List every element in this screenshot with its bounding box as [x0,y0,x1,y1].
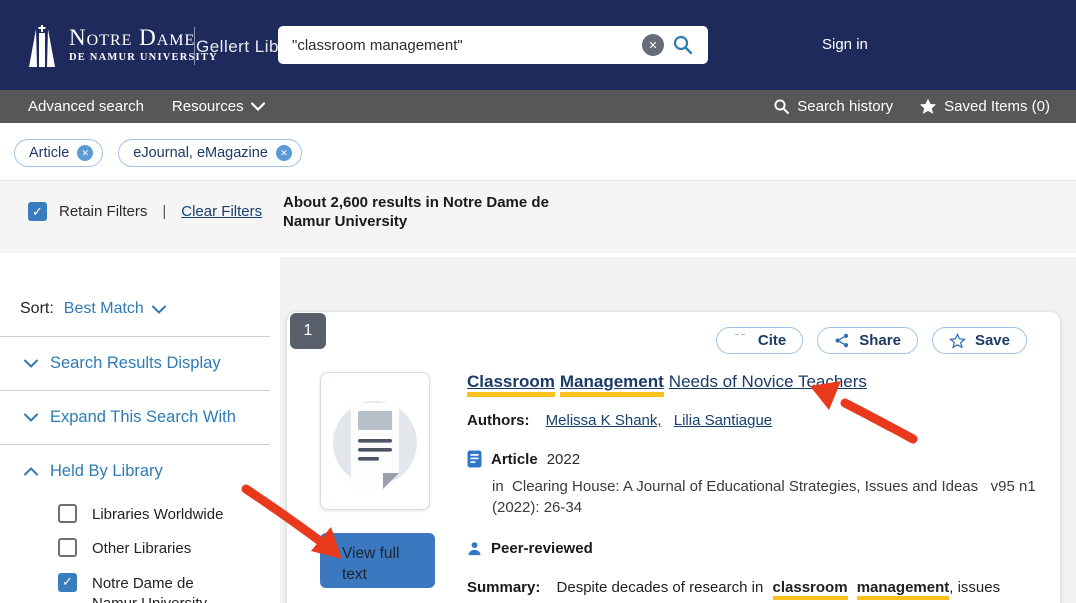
clear-filters-link[interactable]: Clear Filters [181,203,262,220]
source-row: in Clearing House: A Journal of Educatio… [492,476,1052,518]
sort-control: Sort: Best Match [0,290,270,337]
secondary-navbar: Advanced search Resources Search history… [0,90,1076,123]
university-logo[interactable]: Notre Dame DE NAMUR UNIVERSITY [25,23,218,67]
app-header: Notre Dame DE NAMUR UNIVERSITY Gellert L… [0,0,1076,90]
ndnu-checkbox[interactable]: ✓ [58,573,77,592]
authors-label: Authors: [467,412,530,429]
sign-in-link[interactable]: Sign in [822,36,868,53]
search-submit-button[interactable] [668,30,698,60]
chevron-down-icon [152,305,166,314]
search-icon [672,34,694,56]
option-ndnu[interactable]: ✓ Notre Dame de Namur University [58,573,270,603]
summary-row: Summary: Despite decades of research in … [467,577,1029,603]
result-thumbnail[interactable] [320,372,430,510]
sidebar-section-search-results-display[interactable]: Search Results Display [0,337,270,391]
cite-button[interactable]: “ Cite [716,327,803,354]
author-link-1[interactable]: Melissa K Shank, [546,412,662,429]
chevron-down-icon [24,359,38,368]
quote-icon: “ [733,334,749,347]
other-libraries-checkbox[interactable] [58,538,77,557]
search-history-icon [773,98,790,115]
share-button[interactable]: Share [817,327,918,354]
save-button[interactable]: Save [932,327,1027,354]
results-count: About 2,600 results in Notre Dame de Nam… [283,193,573,231]
chevron-down-icon [24,413,38,422]
filter-summary-strip: ✓ Retain Filters | Clear Filters About 2… [0,180,1076,253]
logo-divider [194,27,195,65]
option-libraries-worldwide[interactable]: Libraries Worldwide [58,504,270,525]
view-full-text-button[interactable]: View full text [320,533,435,588]
filter-chip-article[interactable]: Article ✕ [14,139,103,167]
active-filter-chips: Article ✕ eJournal, eMagazine ✕ [14,139,302,167]
result-number-badge: 1 [290,313,326,349]
retain-filters-label: Retain Filters [59,203,147,220]
search-history-link[interactable]: Search history [773,98,893,115]
result-actions: “ Cite Share Save [716,327,1027,354]
summary-label: Summary: [467,579,540,596]
resources-menu[interactable]: Resources [172,98,265,115]
publication-year: 2022 [547,451,580,468]
held-by-library-options: Libraries Worldwide Other Libraries ✓ No… [0,498,270,603]
libraries-worldwide-checkbox[interactable] [58,504,77,523]
remove-filter-icon[interactable]: ✕ [77,145,93,161]
star-icon [919,98,937,115]
result-title-link[interactable]: ClassroomManagementNeeds of Novice Teach… [467,372,867,392]
format-label: Article [491,451,538,468]
search-input[interactable] [292,37,642,54]
remove-filter-icon[interactable]: ✕ [276,145,292,161]
result-card: “ Cite Share Save View full text Classro… [287,312,1060,603]
author-link-2[interactable]: Lilia Santiague [674,412,772,429]
person-icon [467,541,482,556]
sidebar-section-expand-search[interactable]: Expand This Search With [0,391,270,445]
saved-items-link[interactable]: Saved Items (0) [919,98,1050,115]
advanced-search-link[interactable]: Advanced search [28,98,144,115]
search-box: ✕ [278,26,708,64]
filters-sidebar: Sort: Best Match Search Results Display … [0,290,270,603]
article-format-icon [467,450,482,468]
peer-reviewed-row: Peer-reviewed [467,540,1032,557]
tower-logo-icon [25,23,59,67]
sort-dropdown[interactable]: Best Match [64,300,166,318]
source-title: Clearing House: A Journal of Educational… [512,478,978,495]
authors-row: Authors: Melissa K Shank, Lilia Santiagu… [467,412,1032,429]
share-icon [834,332,850,349]
chevron-up-icon [24,467,38,476]
clear-search-icon[interactable]: ✕ [642,34,664,56]
option-other-libraries[interactable]: Other Libraries [58,538,270,559]
article-placeholder-icon [327,381,423,501]
chevron-down-icon [251,102,265,111]
sidebar-section-held-by-library[interactable]: Held By Library [0,445,270,498]
retain-filters-checkbox[interactable]: ✓ [28,202,47,221]
filter-chip-ejournal[interactable]: eJournal, eMagazine ✕ [118,139,302,167]
source-prefix: in [492,478,504,495]
sort-label: Sort: [20,300,54,318]
format-row: Article 2022 [467,450,1032,468]
star-outline-icon [949,333,966,349]
